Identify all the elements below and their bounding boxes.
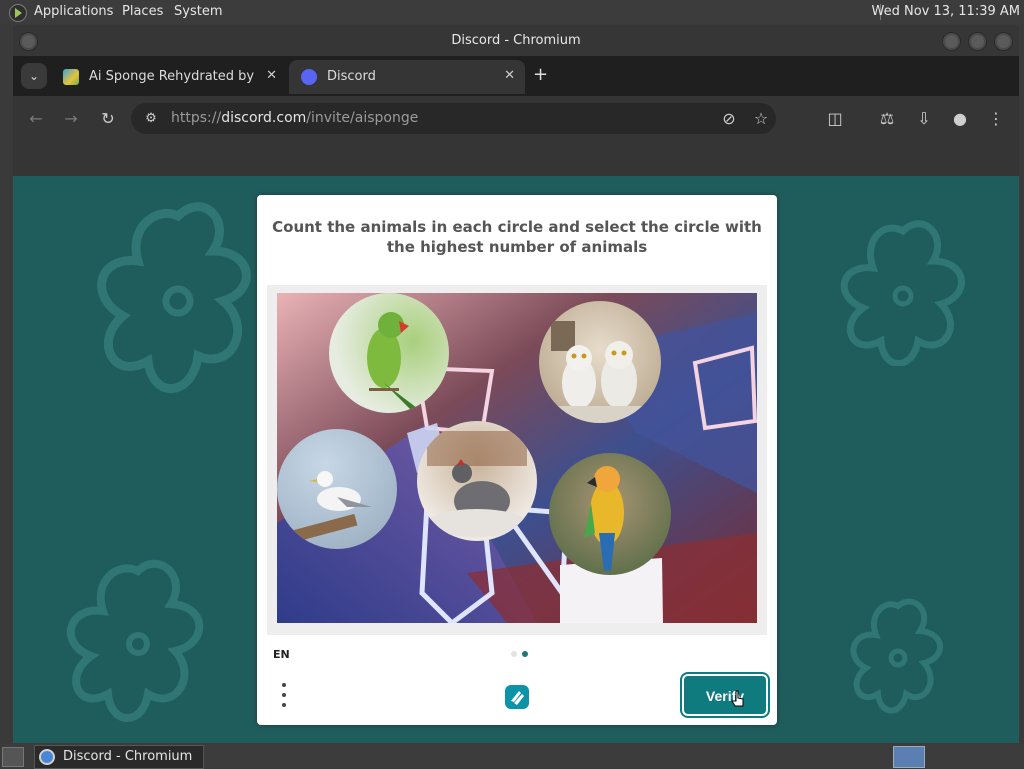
- circle-parakeet[interactable]: [329, 293, 449, 413]
- close-tab-icon[interactable]: ✕: [504, 68, 515, 83]
- window-title: Discord - Chromium: [451, 33, 581, 48]
- owls-image: [539, 321, 661, 423]
- window-titlebar[interactable]: Discord - Chromium: [13, 25, 1019, 56]
- circle-macaw[interactable]: [549, 453, 671, 575]
- captcha-challenge: Count the animals in each circle and sel…: [257, 195, 777, 725]
- tab-strip: ⌄ Ai Sponge Rehydrated by Po ✕ Discord ✕…: [13, 56, 1019, 96]
- url-scheme: https://: [171, 110, 222, 126]
- parakeet-image: [367, 312, 417, 410]
- macaw-image: [584, 466, 624, 571]
- close-tab-icon[interactable]: ✕: [266, 68, 277, 83]
- maximize-button[interactable]: [968, 32, 987, 51]
- verify-button[interactable]: Verify: [684, 676, 766, 714]
- hcaptcha-logo-icon: [505, 685, 529, 709]
- reload-icon[interactable]: ↻: [98, 109, 118, 129]
- circle-seagull[interactable]: [277, 429, 397, 549]
- url-host: discord.com: [221, 110, 307, 126]
- bottom-panel: Discord - Chromium: [0, 744, 1024, 769]
- browser-window: Discord - Chromium ⌄ Ai Sponge Rehydrate…: [13, 25, 1019, 743]
- chevron-down-icon: ⌄: [28, 69, 40, 83]
- distro-logo-icon[interactable]: [9, 4, 27, 22]
- seagull-image: [277, 471, 372, 547]
- eye-slash-icon[interactable]: ⊘: [719, 109, 739, 129]
- flower-decoration-icon: [850, 598, 943, 714]
- url-text[interactable]: https://discord.com/invite/aisponge: [171, 110, 418, 126]
- aisponge-favicon-icon: [63, 69, 79, 85]
- menu-applications[interactable]: Applications: [34, 4, 113, 19]
- circle-hen[interactable]: [417, 421, 537, 541]
- captcha-prompt: Count the animals in each circle and sel…: [272, 218, 762, 256]
- menu-system[interactable]: System: [174, 4, 222, 19]
- circle-owls[interactable]: [539, 301, 661, 423]
- chromium-icon: [39, 749, 55, 765]
- profile-avatar-icon[interactable]: ●: [950, 109, 970, 129]
- hen-image: [427, 431, 527, 537]
- show-desktop-icon[interactable]: [2, 747, 24, 767]
- forward-arrow-icon[interactable]: →: [61, 109, 81, 129]
- tab-label: Discord: [327, 69, 376, 84]
- address-bar[interactable]: ⚙ https://discord.com/invite/aisponge ⊘ …: [131, 103, 776, 134]
- flower-decoration-icon: [97, 202, 251, 394]
- hand-cursor-icon: [731, 690, 744, 707]
- menu-places[interactable]: Places: [122, 4, 163, 19]
- taskbar-item-label: Discord - Chromium: [63, 749, 193, 764]
- bookmarks-bar: [13, 141, 1019, 176]
- new-tab-button[interactable]: +: [533, 64, 548, 85]
- kebab-menu-icon[interactable]: ⋮: [986, 109, 1006, 129]
- download-icon[interactable]: ⇩: [914, 109, 934, 129]
- close-window-button[interactable]: [994, 32, 1013, 51]
- url-path: /invite/aisponge: [306, 110, 419, 126]
- top-panel: Applications Places System Wed Nov 13, 1…: [0, 0, 1024, 24]
- workspace-switcher-icon[interactable]: [893, 746, 925, 768]
- tab-search-button[interactable]: ⌄: [21, 63, 47, 89]
- discord-favicon-icon: [301, 69, 317, 85]
- tab-discord[interactable]: Discord ✕: [289, 60, 525, 94]
- discord-invite-page: Count the animals in each circle and sel…: [13, 176, 1019, 743]
- toolbar: ← → ↻ ⚙ https://discord.com/invite/aispo…: [13, 96, 1019, 141]
- language-selector[interactable]: EN: [273, 648, 290, 661]
- back-arrow-icon[interactable]: ←: [26, 109, 46, 129]
- flower-decoration-icon: [840, 220, 966, 366]
- flower-decoration-icon: [66, 559, 204, 722]
- clock[interactable]: Wed Nov 13, 11:39 AM: [872, 4, 1021, 19]
- captcha-menu-icon[interactable]: [279, 683, 289, 711]
- minimize-button[interactable]: [942, 32, 961, 51]
- captcha-image-frame: [267, 285, 767, 635]
- tab-aisponge[interactable]: Ai Sponge Rehydrated by Po ✕: [51, 60, 287, 94]
- taskbar-item-chromium[interactable]: Discord - Chromium: [34, 745, 204, 769]
- page-dot-1: [511, 651, 517, 657]
- extensions-puzzle-icon[interactable]: ◫: [825, 109, 845, 129]
- site-settings-icon[interactable]: ⚙: [141, 109, 161, 129]
- page-dot-2: [522, 651, 528, 657]
- tab-label: Ai Sponge Rehydrated by Po: [89, 69, 254, 84]
- labs-flask-icon[interactable]: ⚖: [877, 109, 897, 129]
- captcha-scene: [277, 293, 757, 623]
- bookmark-star-icon[interactable]: ☆: [751, 109, 771, 129]
